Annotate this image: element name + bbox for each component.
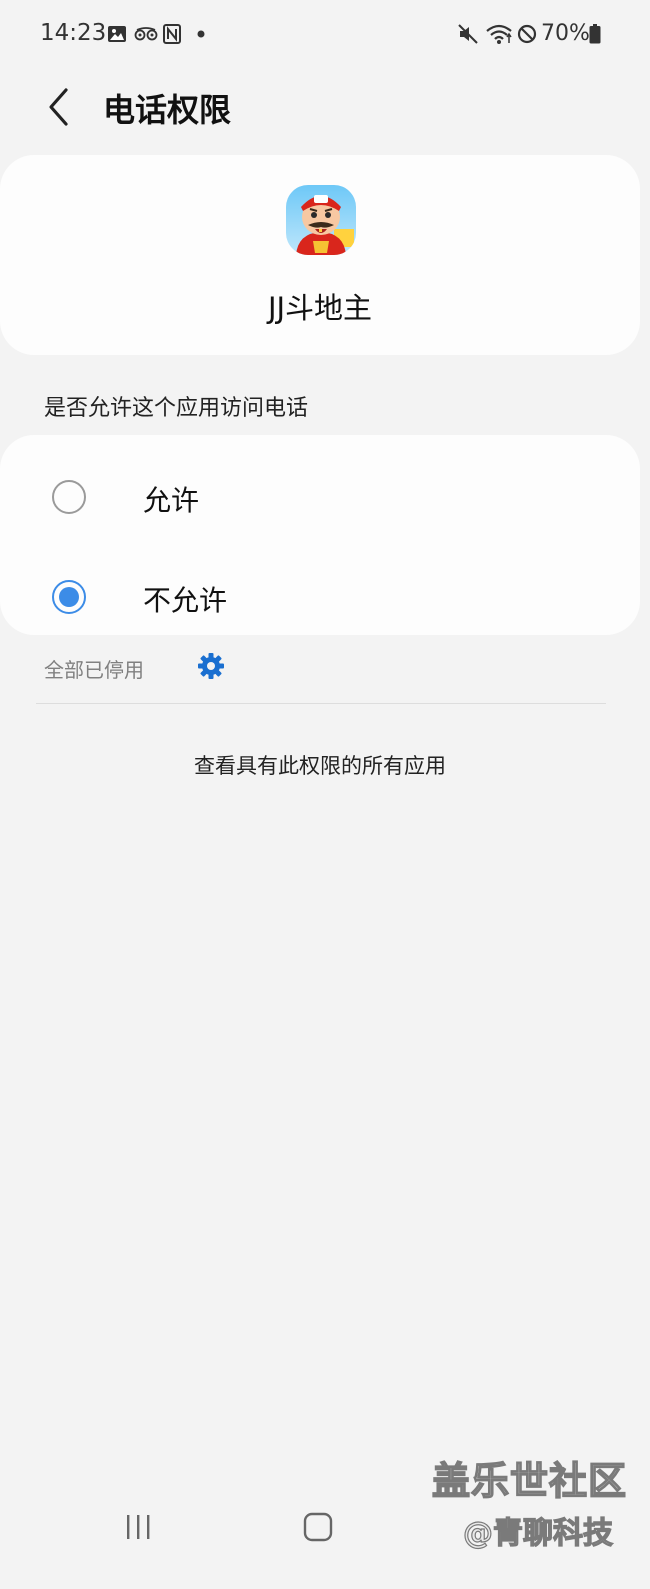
all-disabled-text: 全部已停用 (44, 658, 144, 682)
permission-question: 是否允许这个应用访问电话 (44, 396, 309, 421)
radio-allow[interactable] (52, 480, 86, 514)
recent-apps-button[interactable] (108, 1505, 168, 1549)
watermark-title: 盖乐世社区 (431, 1458, 628, 1504)
app-icon (286, 185, 356, 255)
divider (36, 703, 606, 704)
page-title: 电话权限 (103, 91, 232, 129)
nfc-icon (162, 20, 182, 48)
do-not-disturb-icon (515, 20, 539, 48)
status-bar: 14:23 70% (0, 0, 650, 70)
gear-icon (198, 653, 224, 679)
option-allow[interactable]: 允许 (0, 449, 640, 549)
tripadvisor-icon (134, 20, 158, 48)
back-button[interactable] (36, 82, 80, 132)
option-allow-label: 允许 (143, 484, 200, 517)
notification-dot-icon (195, 20, 207, 48)
app-info-card: JJ斗地主 (0, 155, 640, 355)
home-button[interactable] (288, 1505, 348, 1549)
option-deny[interactable]: 不允许 (0, 549, 640, 649)
wifi-icon (484, 20, 514, 48)
view-all-apps-link[interactable]: 查看具有此权限的所有应用 (0, 750, 640, 780)
home-icon (303, 1512, 333, 1542)
chevron-left-icon (49, 88, 68, 126)
gallery-icon (106, 20, 128, 48)
mute-icon (456, 20, 480, 48)
radio-deny[interactable] (52, 580, 86, 614)
battery-icon (588, 20, 602, 48)
permission-options-card: 允许 不允许 (0, 435, 640, 635)
status-time: 14:23 (40, 20, 107, 46)
app-name: JJ斗地主 (267, 291, 373, 325)
battery-percent: 70% (541, 21, 590, 46)
option-deny-label: 不允许 (143, 584, 228, 617)
screen: 14:23 70% 电话权限 JJ斗地主 是否允许这个应用访问电话 允许 不允许… (0, 0, 650, 1589)
settings-button[interactable] (196, 651, 226, 681)
recent-apps-icon (127, 1515, 150, 1539)
watermark-subtitle: @青聊科技 (462, 1515, 613, 1551)
